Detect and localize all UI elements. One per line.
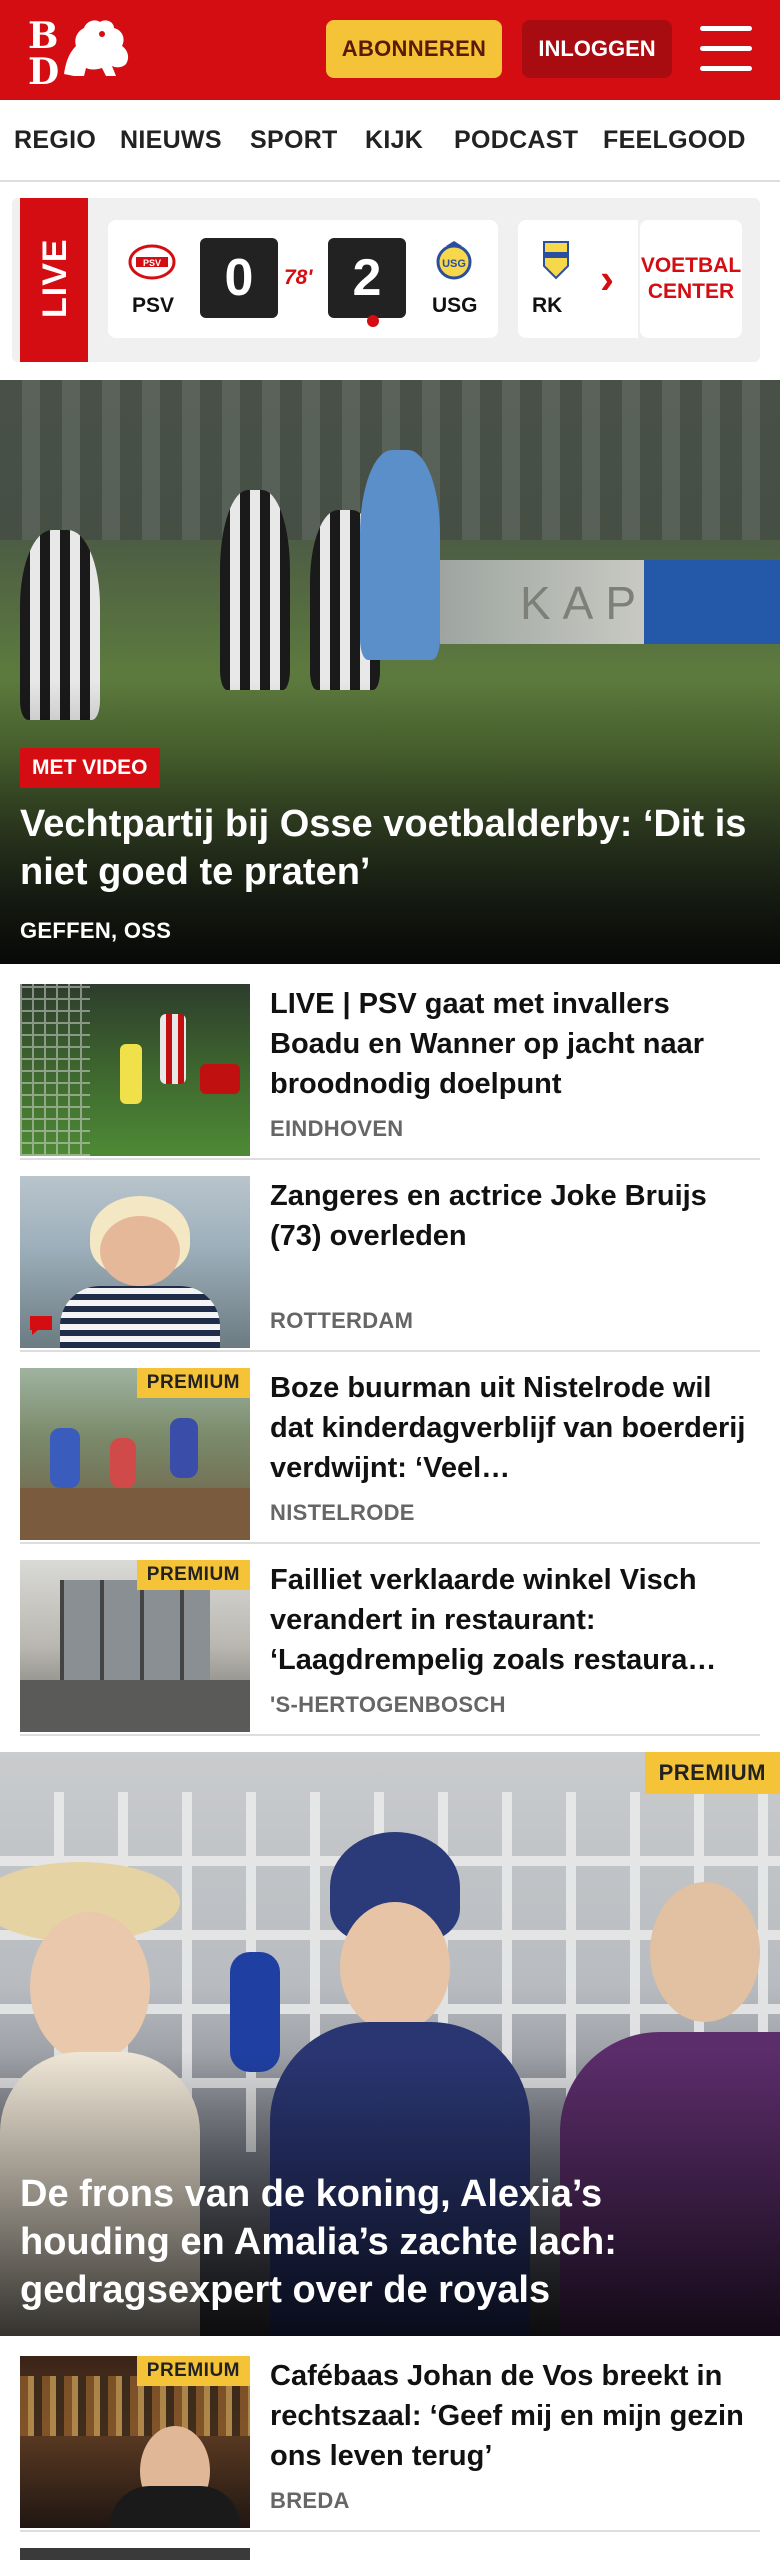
- home-team-name: PSV: [132, 294, 175, 317]
- article-location: EINDHOVEN: [270, 1116, 404, 1141]
- chevron-right-icon[interactable]: ›: [600, 258, 614, 300]
- psv-crest-icon: PSV: [128, 244, 176, 280]
- list-item[interactable]: Zangeres en actrice Joke Bruijs (73) ove…: [20, 1176, 760, 1352]
- login-button[interactable]: INLOGGEN: [522, 20, 672, 78]
- lion-icon: [64, 20, 129, 76]
- logo-letter-b: B: [28, 15, 59, 57]
- live-scores-strip: LIVE PSV PSV 0 78' 2 USG USG RK › VOETBA…: [12, 198, 760, 362]
- list-item[interactable]: PREMIUM Boze buurman uit Nistelrode wil …: [20, 1368, 760, 1544]
- video-badge: MET VIDEO: [20, 748, 160, 788]
- article-location: BREDA: [270, 2488, 350, 2513]
- feature-title: De frons van de koning, Alexia’s houding…: [20, 2173, 617, 2311]
- list-item[interactable]: PREMIUM Cafébaas Johan de Vos breekt in …: [20, 2356, 760, 2532]
- logo-letter-d: D: [28, 51, 60, 93]
- next-team-name: RK: [532, 294, 563, 317]
- site-header: B D ABONNEREN INLOGGEN: [0, 0, 780, 100]
- hero-banner-text: KAP: [520, 577, 649, 629]
- feature-face-left: [30, 1912, 150, 2062]
- hero-location: GEFFEN, OSS: [20, 918, 172, 943]
- premium-badge: PREMIUM: [136, 2356, 250, 2386]
- comment-icon: [30, 1316, 52, 1335]
- nav-scroll-fade: [750, 100, 780, 180]
- svg-text:PSV: PSV: [143, 258, 161, 268]
- article-thumbnail: [20, 984, 250, 1156]
- voetbal-center-link[interactable]: VOETBAL CENTER: [640, 220, 742, 338]
- article-title: Failliet verklaarde winkel Visch verande…: [270, 1564, 717, 1676]
- hero-article[interactable]: KAP MET VIDEO Vechtpartij bij Osse voetb…: [0, 380, 780, 964]
- match-card-psv-usg[interactable]: PSV PSV 0 78' 2 USG USG: [108, 220, 498, 338]
- article-title: Boze buurman uit Nistelrode wil dat kind…: [270, 1372, 746, 1484]
- match-card-next[interactable]: RK: [518, 220, 638, 338]
- bd-logo[interactable]: B D: [26, 15, 129, 90]
- list-item-thumbnail-partial[interactable]: [20, 2548, 250, 2560]
- feature-face-right: [650, 1882, 760, 2022]
- rkc-crest-icon: [543, 241, 569, 280]
- hamburger-menu-icon[interactable]: [700, 26, 752, 72]
- nav-item-regio[interactable]: REGIO: [14, 126, 96, 155]
- article-location: ROTTERDAM: [270, 1308, 414, 1333]
- feature-face-center: [340, 1902, 450, 2032]
- nav-item-kijk[interactable]: KIJK: [365, 126, 423, 155]
- feature-article[interactable]: PREMIUM De frons van de koning, Alexia’s…: [0, 1752, 780, 2336]
- article-location: 'S-HERTOGENBOSCH: [270, 1692, 506, 1717]
- nav-item-sport[interactable]: SPORT: [250, 126, 338, 155]
- article-thumbnail: [20, 1176, 250, 1348]
- article-title: LIVE | PSV gaat met invallers Boadu en W…: [270, 988, 704, 1100]
- premium-badge: PREMIUM: [136, 1368, 250, 1398]
- away-score: 2: [328, 238, 406, 318]
- article-title: Cafébaas Johan de Vos breekt in rechtsza…: [270, 2360, 744, 2472]
- hero-player-2: [220, 490, 290, 690]
- premium-badge: PREMIUM: [136, 1560, 250, 1590]
- premium-badge: PREMIUM: [644, 1752, 780, 1794]
- nav-item-feelgood[interactable]: FEELGOOD: [603, 126, 746, 155]
- match-minute: 78': [284, 266, 313, 289]
- goal-indicator-icon: [367, 315, 379, 327]
- nav-item-podcast[interactable]: PODCAST: [454, 126, 578, 155]
- away-team-name: USG: [432, 294, 478, 317]
- svg-text:USG: USG: [442, 258, 466, 270]
- nav-item-nieuws[interactable]: NIEUWS: [120, 126, 222, 155]
- usg-crest-icon: USG: [436, 241, 472, 280]
- article-location: NISTELRODE: [270, 1500, 415, 1525]
- home-score: 0: [200, 238, 278, 318]
- hero-keeper: [360, 450, 440, 660]
- subscribe-button[interactable]: ABONNEREN: [326, 20, 502, 78]
- list-item[interactable]: PREMIUM Failliet verklaarde winkel Visch…: [20, 1560, 760, 1736]
- list-item[interactable]: LIVE | PSV gaat met invallers Boadu en W…: [20, 984, 760, 1160]
- hero-title[interactable]: Vechtpartij bij Osse voetbalderby: ‘Dit …: [20, 800, 760, 896]
- section-nav: REGIO NIEUWS SPORT KIJK PODCAST FEELGOOD: [0, 100, 780, 182]
- live-label: LIVE: [36, 238, 74, 318]
- article-title: Zangeres en actrice Joke Bruijs (73) ove…: [270, 1180, 707, 1252]
